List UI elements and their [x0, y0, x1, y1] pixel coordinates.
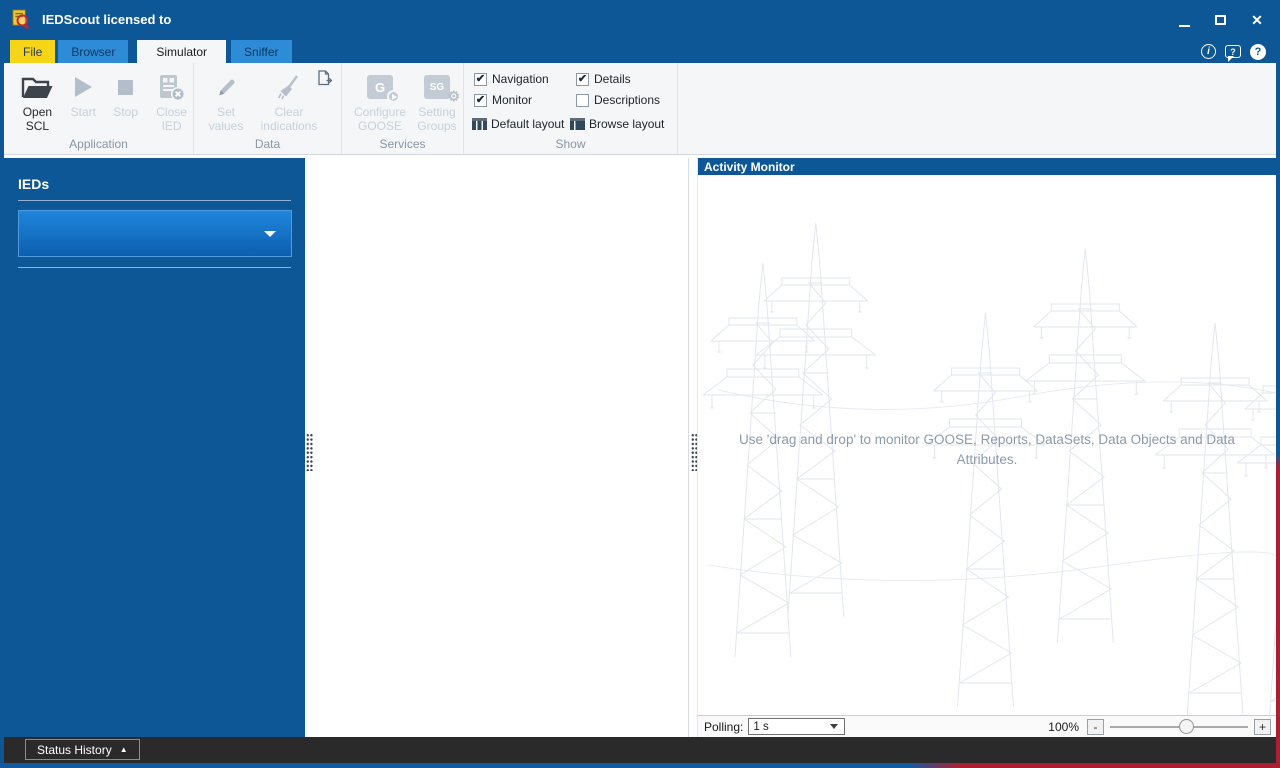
- polling-interval-value: 1 s: [753, 720, 769, 733]
- ribbon-tab-bar: File Browser Simulator Sniffer i ? ?: [0, 40, 1280, 63]
- browse-layout-icon: [570, 118, 585, 130]
- ribbon-group-data: Set values Clear indications Data: [194, 63, 342, 154]
- details-panel: [313, 158, 689, 737]
- feedback-icon[interactable]: ?: [1225, 45, 1241, 62]
- ied-dropdown[interactable]: [18, 210, 292, 257]
- app-icon: [12, 9, 30, 30]
- ribbon-group-application: Open SCL Start Stop Close IED Applicatio…: [4, 63, 194, 154]
- chevron-up-icon: ▲: [119, 745, 128, 754]
- window-title: IEDScout licensed to: [42, 12, 172, 27]
- browse-layout-button[interactable]: Browse layout: [570, 117, 664, 131]
- minimize-button[interactable]: [1179, 25, 1190, 27]
- gear-icon: ⚙: [447, 88, 460, 104]
- checkbox-details-box[interactable]: ✔: [576, 72, 589, 86]
- checkbox-navigation[interactable]: ✔ Navigation: [474, 72, 549, 86]
- activity-monitor-body: Use 'drag and drop' to monitor GOOSE, Re…: [698, 175, 1276, 715]
- tab-file[interactable]: File: [10, 40, 56, 63]
- tab-sniffer[interactable]: Sniffer: [231, 40, 292, 63]
- default-layout-button[interactable]: Default layout: [472, 117, 564, 131]
- splitter-left[interactable]: [305, 158, 313, 737]
- ribbon-group-services: G Configure GOOSE SG ⚙ Setting Groups Se…: [342, 63, 464, 154]
- checkbox-monitor[interactable]: ✔ Monitor: [474, 93, 532, 107]
- status-history-button[interactable]: Status History ▲: [25, 739, 140, 760]
- goose-icon: G: [367, 69, 400, 105]
- ieds-sidebar: IEDs: [4, 158, 305, 737]
- activity-monitor-panel: Activity Monitor Use 'drag and drop' to …: [697, 158, 1276, 737]
- report-export-icon[interactable]: [316, 70, 332, 86]
- checkbox-navigation-box[interactable]: ✔: [474, 72, 487, 86]
- group-label-services: Services: [379, 137, 426, 151]
- ribbon-group-show: ✔ Navigation ✔ Monitor ✔ Details Descrip…: [464, 63, 678, 154]
- ribbon: Open SCL Start Stop Close IED Applicatio…: [4, 63, 1276, 155]
- checkbox-descriptions-box[interactable]: [576, 93, 589, 107]
- sidebar-title: IEDs: [18, 176, 50, 192]
- splitter-grip-icon[interactable]: [306, 433, 313, 471]
- tab-simulator[interactable]: Simulator: [137, 40, 227, 63]
- columns-layout-icon: [472, 118, 487, 130]
- stop-icon: [118, 69, 134, 105]
- drag-drop-hint: Use 'drag and drop' to monitor GOOSE, Re…: [739, 432, 1235, 468]
- setting-groups-icon: SG ⚙: [424, 69, 460, 105]
- zoom-slider-thumb[interactable]: [1179, 719, 1195, 734]
- group-label-data: Data: [254, 137, 281, 151]
- zoom-level: 100%: [1048, 720, 1079, 734]
- polling-bar: Polling: 1 s 100% - +: [698, 715, 1276, 737]
- help-icon[interactable]: ?: [1250, 43, 1266, 60]
- stop-button[interactable]: Stop: [108, 69, 143, 133]
- iedscout-window: IEDScout licensed to ✕ File Browser Simu…: [0, 0, 1280, 768]
- title-bar: IEDScout licensed to ✕: [0, 0, 1280, 40]
- zoom-slider[interactable]: [1110, 719, 1248, 735]
- window-border-bottom: [0, 763, 1280, 768]
- chevron-down-icon: [830, 724, 839, 729]
- device-close-icon: [158, 69, 186, 105]
- content-area: IEDs Activity Monitor Use 'drag and drop…: [4, 155, 1276, 737]
- close-button[interactable]: ✕: [1250, 12, 1264, 28]
- chevron-down-icon: [264, 230, 276, 237]
- setting-groups-button[interactable]: SG ⚙ Setting Groups: [412, 69, 462, 133]
- play-icon: [74, 69, 92, 105]
- divider: [18, 200, 291, 201]
- tab-browser[interactable]: Browser: [58, 40, 129, 63]
- polling-label: Polling:: [704, 719, 744, 734]
- start-button[interactable]: Start: [65, 69, 102, 133]
- window-border-right: [1276, 0, 1280, 768]
- status-bar: Status History ▲: [4, 737, 1276, 763]
- close-ied-button[interactable]: Close IED: [150, 69, 193, 133]
- zoom-in-button[interactable]: +: [1254, 719, 1271, 735]
- divider: [18, 267, 291, 268]
- broom-icon: [276, 69, 302, 105]
- group-label-show: Show: [555, 137, 586, 151]
- checkbox-details[interactable]: ✔ Details: [576, 72, 631, 86]
- pencil-icon: [215, 69, 238, 105]
- configure-goose-button[interactable]: G Configure GOOSE: [350, 69, 410, 133]
- window-border-left: [0, 0, 4, 768]
- group-label-application: Application: [69, 137, 128, 151]
- folder-open-icon: [20, 69, 54, 105]
- checkbox-descriptions[interactable]: Descriptions: [576, 93, 660, 107]
- set-values-button[interactable]: Set values: [204, 69, 248, 133]
- maximize-button[interactable]: [1214, 15, 1226, 25]
- info-icon[interactable]: i: [1201, 44, 1216, 59]
- open-scl-button[interactable]: Open SCL: [16, 69, 59, 133]
- zoom-out-button[interactable]: -: [1087, 719, 1104, 735]
- clear-indications-button[interactable]: Clear indications: [254, 69, 324, 133]
- polling-interval-select[interactable]: 1 s: [748, 718, 846, 735]
- activity-monitor-header: Activity Monitor: [698, 158, 1276, 175]
- checkbox-monitor-box[interactable]: ✔: [474, 93, 487, 107]
